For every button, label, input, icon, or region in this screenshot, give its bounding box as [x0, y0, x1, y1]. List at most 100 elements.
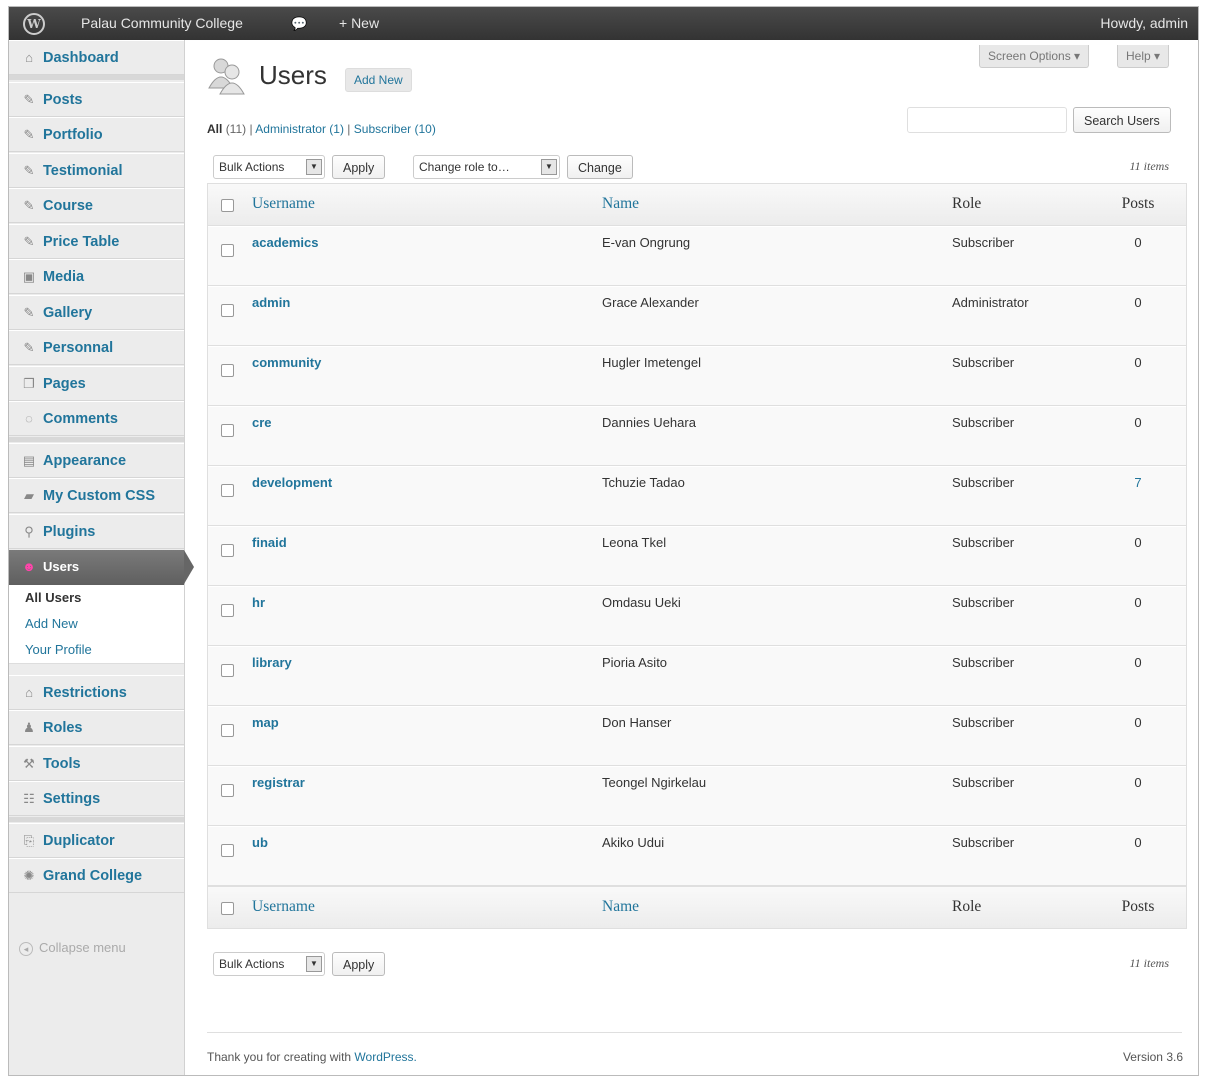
screen-options-tab[interactable]: Screen Options ▾: [979, 45, 1090, 68]
sidebar-item-label: Users: [43, 559, 80, 574]
sidebar-item-plugins[interactable]: ⚲ Plugins: [9, 514, 184, 549]
wordpress-logo-icon[interactable]: W: [23, 7, 45, 40]
sidebar-item-label: Gallery: [43, 305, 93, 321]
sidebar-item-price-table[interactable]: ✎ Price Table: [9, 224, 184, 259]
footer-version: Version 3.6: [1122, 1050, 1183, 1064]
submenu-item-your-profile[interactable]: Your Profile: [9, 637, 184, 663]
username-link[interactable]: registrar: [252, 775, 305, 790]
column-username[interactable]: Username: [252, 898, 315, 916]
username-link[interactable]: library: [252, 655, 292, 670]
sidebar-item-gallery[interactable]: ✎ Gallery: [9, 295, 184, 330]
row-checkbox[interactable]: [221, 364, 234, 377]
sidebar-item-tools[interactable]: ⚒ Tools: [9, 746, 184, 781]
filter-subscriber-count[interactable]: (10): [414, 122, 435, 136]
sidebar-item-comments[interactable]: ◌ Comments: [9, 401, 184, 436]
username-link[interactable]: finaid: [252, 535, 287, 550]
sidebar-item-posts[interactable]: ✎ Posts: [9, 82, 184, 117]
bulk-actions-select-bottom[interactable]: Bulk Actions ▼: [213, 952, 325, 976]
apply-button[interactable]: Apply: [332, 155, 386, 179]
user-role: Subscriber: [952, 415, 1015, 430]
column-username[interactable]: Username: [252, 195, 315, 213]
comment-bubble-icon[interactable]: 💬: [291, 7, 307, 40]
user-full-name: Omdasu Ueki: [602, 595, 681, 610]
user-post-count[interactable]: 7: [1098, 475, 1178, 490]
username-link[interactable]: cre: [252, 415, 272, 430]
sidebar-item-appearance[interactable]: ▤ Appearance: [9, 443, 184, 478]
sidebar-item-grand-college[interactable]: ✺ Grand College: [9, 858, 184, 893]
row-checkbox[interactable]: [221, 484, 234, 497]
sidebar-item-my-custom-css[interactable]: ▰ My Custom CSS: [9, 478, 184, 513]
table-row: hr Omdasu Ueki Subscriber 0: [208, 586, 1186, 646]
admin-sidebar-menu: ⌂ Dashboard ✎ Posts ✎ Portfolio ✎ Testimonial ✎ C…: [9, 40, 194, 1075]
lock-icon: ⌂: [25, 685, 33, 700]
apply-button-bottom[interactable]: Apply: [332, 952, 386, 976]
column-name[interactable]: Name: [602, 898, 639, 916]
wordpress-link[interactable]: WordPress.: [354, 1050, 416, 1064]
sidebar-item-dashboard[interactable]: ⌂ Dashboard: [9, 40, 184, 75]
sidebar-item-media[interactable]: ▣ Media: [9, 259, 184, 294]
filter-administrator[interactable]: Administrator: [255, 122, 326, 136]
sidebar-item-pages[interactable]: ❐ Pages: [9, 366, 184, 401]
row-checkbox[interactable]: [221, 664, 234, 677]
username-link[interactable]: ub: [252, 835, 268, 850]
username-link[interactable]: admin: [252, 295, 290, 310]
collapse-menu-button[interactable]: ◂ Collapse menu: [19, 940, 126, 956]
filter-administrator-count[interactable]: (1): [329, 122, 344, 136]
wp-admin-window: W Palau Community College 💬 + New Howdy,…: [8, 6, 1199, 1076]
filter-subscriber[interactable]: Subscriber: [354, 122, 411, 136]
user-post-count: 0: [1134, 415, 1142, 430]
row-checkbox[interactable]: [221, 784, 234, 797]
username-link[interactable]: development: [252, 475, 332, 490]
change-role-select[interactable]: Change role to… ▼: [413, 155, 560, 179]
row-checkbox[interactable]: [221, 424, 234, 437]
sidebar-item-label: Portfolio: [43, 127, 103, 143]
select-all-checkbox[interactable]: [221, 199, 234, 212]
pin-icon: ✎: [23, 198, 35, 213]
submenu-item-all-users[interactable]: All Users: [9, 585, 184, 611]
row-checkbox[interactable]: [221, 604, 234, 617]
sidebar-item-label: Restrictions: [43, 685, 127, 701]
sidebar-item-personnal[interactable]: ✎ Personnal: [9, 330, 184, 365]
sidebar-item-settings[interactable]: ☷ Settings: [9, 781, 184, 816]
row-checkbox[interactable]: [221, 724, 234, 737]
user-role: Subscriber: [952, 535, 1015, 550]
select-all-checkbox[interactable]: [221, 902, 234, 915]
username-link[interactable]: hr: [252, 595, 265, 610]
column-name[interactable]: Name: [602, 195, 639, 213]
search-users-input[interactable]: [907, 107, 1067, 133]
row-checkbox[interactable]: [221, 304, 234, 317]
help-tab[interactable]: Help ▾: [1117, 45, 1170, 68]
user-post-count: 0: [1134, 775, 1142, 790]
submenu-item-add-new[interactable]: Add New: [9, 611, 184, 637]
username-link[interactable]: community: [252, 355, 321, 370]
row-checkbox[interactable]: [221, 844, 234, 857]
row-checkbox[interactable]: [221, 244, 234, 257]
sidebar-item-portfolio[interactable]: ✎ Portfolio: [9, 117, 184, 152]
table-row: map Don Hanser Subscriber 0: [208, 706, 1186, 766]
username-link[interactable]: academics: [252, 235, 319, 250]
duplicator-icon: ⎘: [23, 833, 35, 848]
row-checkbox[interactable]: [221, 544, 234, 557]
username-link[interactable]: map: [252, 715, 279, 730]
site-name-link[interactable]: Palau Community College: [81, 7, 243, 40]
chevron-down-icon: ▼: [306, 956, 322, 972]
sidebar-item-users[interactable]: ☻ Users: [9, 550, 184, 585]
column-role: Role: [952, 898, 982, 915]
user-post-count: 0: [1134, 595, 1142, 610]
howdy-account-menu[interactable]: Howdy, admin: [1100, 7, 1188, 40]
sidebar-item-restrictions[interactable]: ⌂ Restrictions: [9, 675, 184, 710]
sidebar-item-course[interactable]: ✎ Course: [9, 188, 184, 223]
user-post-count: 0: [1134, 355, 1142, 370]
search-users-button[interactable]: Search Users: [1073, 107, 1171, 133]
add-new-user-button[interactable]: Add New: [345, 68, 412, 92]
user-full-name: Tchuzie Tadao: [602, 475, 685, 490]
sidebar-item-roles[interactable]: ♟ Roles: [9, 710, 184, 745]
change-role-button[interactable]: Change: [567, 155, 633, 179]
sidebar-item-duplicator[interactable]: ⎘ Duplicator: [9, 823, 184, 858]
bulk-actions-select[interactable]: Bulk Actions ▼: [213, 155, 325, 179]
new-content-menu[interactable]: + New: [339, 7, 379, 40]
chevron-down-icon: ▼: [306, 159, 322, 175]
filter-all[interactable]: All: [207, 122, 222, 136]
bulk-actions-value: Bulk Actions: [219, 957, 285, 971]
sidebar-item-testimonial[interactable]: ✎ Testimonial: [9, 153, 184, 188]
